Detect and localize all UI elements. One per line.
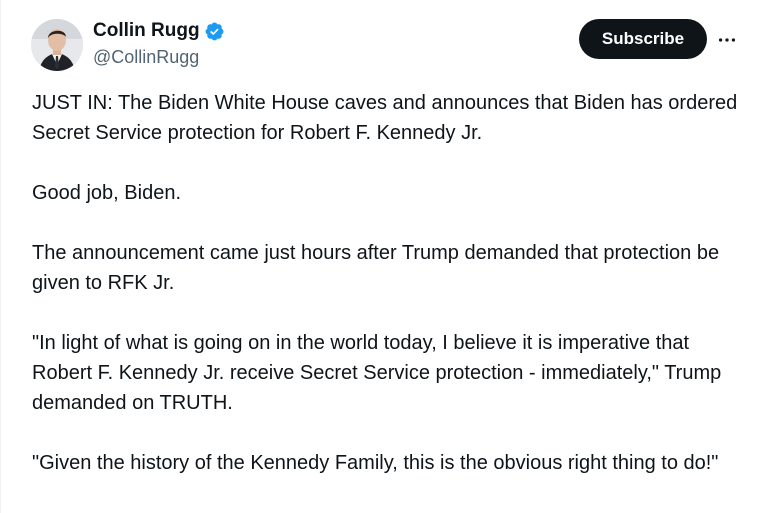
- verified-badge-icon: [204, 21, 225, 42]
- tweet-header: Collin Rugg @CollinRugg Subscribe: [1, 0, 759, 80]
- tweet-paragraph: "In light of what is going on in the wor…: [32, 332, 722, 414]
- more-options-icon[interactable]: [713, 26, 741, 54]
- subscribe-button[interactable]: Subscribe: [579, 19, 707, 59]
- avatar-image: [31, 19, 83, 71]
- author-handle[interactable]: @CollinRugg: [93, 45, 225, 69]
- display-name[interactable]: Collin Rugg: [93, 18, 200, 44]
- tweet-card: Collin Rugg @CollinRugg Subscribe JUST I…: [0, 0, 759, 513]
- tweet-text: JUST IN: The Biden White House caves and…: [32, 88, 747, 508]
- name-row: Collin Rugg: [93, 18, 225, 44]
- author-block: Collin Rugg @CollinRugg: [93, 18, 225, 69]
- tweet-paragraph: JUST IN: The Biden White House caves and…: [32, 92, 738, 144]
- avatar[interactable]: [31, 19, 83, 71]
- tweet-paragraph: The announcement came just hours after T…: [32, 242, 720, 294]
- tweet-paragraph: Good job, Biden.: [32, 182, 181, 204]
- tweet-paragraph: "Given the history of the Kennedy Family…: [32, 452, 719, 474]
